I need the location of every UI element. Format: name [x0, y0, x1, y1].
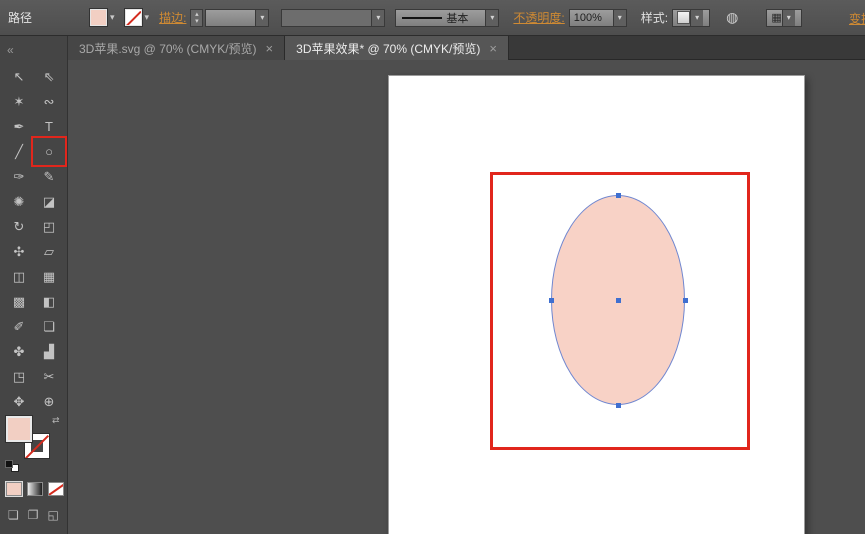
direct-selection-tool[interactable]: ⇖ [34, 64, 64, 89]
tab-label: 3D苹果.svg @ 70% (CMYK/预览) [79, 40, 257, 57]
perspective-grid-tool[interactable]: ▦ [34, 264, 64, 289]
stepper-up-icon[interactable]: ▴ [195, 11, 199, 18]
rotate-tool[interactable]: ↻ [4, 214, 34, 239]
chevron-down-icon[interactable]: ▾ [485, 10, 498, 26]
blob-brush-tool[interactable]: ✺ [4, 189, 34, 214]
color-button[interactable] [6, 482, 22, 496]
swap-fill-stroke-icon[interactable]: ⇄ [52, 415, 60, 426]
anchor-point-bottom[interactable] [616, 403, 621, 408]
anchor-point-top[interactable] [616, 193, 621, 198]
chevron-down-icon[interactable]: ▾ [690, 10, 703, 26]
brush-stroke-preview [402, 17, 442, 19]
fill-indicator-swatch[interactable] [6, 416, 32, 442]
chevron-down-icon[interactable]: ▾ [145, 12, 150, 23]
mesh-tool[interactable]: ▩ [4, 289, 34, 314]
opacity-select[interactable]: 100% ▾ [569, 9, 627, 27]
stepper-down-icon[interactable]: ▾ [195, 18, 199, 25]
globe-icon[interactable]: ◍ [726, 9, 738, 26]
gradient-button[interactable] [27, 482, 43, 496]
canvas-area[interactable] [68, 60, 865, 534]
center-point[interactable] [616, 298, 621, 303]
close-icon[interactable]: × [489, 42, 497, 55]
control-bar: 路径 ▾ ▾ 描边: ▴ ▾ ▾ ▾ 基本 ▾ 不透明度: 10 [0, 0, 865, 36]
collapse-panel-icon[interactable]: « [7, 43, 14, 57]
stroke-label[interactable]: 描边: [159, 9, 186, 26]
line-segment-tool[interactable]: ╱ [4, 139, 34, 164]
zoom-tool[interactable]: ⊕ [34, 389, 64, 414]
brush-definition-select[interactable]: 基本 ▾ [395, 9, 499, 27]
illustrator-window: 路径 ▾ ▾ 描边: ▴ ▾ ▾ ▾ 基本 ▾ 不透明度: 10 [0, 0, 865, 534]
width-tool[interactable]: ✣ [4, 239, 34, 264]
tab-label: 3D苹果效果* @ 70% (CMYK/预览) [296, 40, 480, 57]
draw-behind-icon[interactable]: ❐ [28, 508, 39, 522]
anchor-point-right[interactable] [683, 298, 688, 303]
artboard-tool[interactable]: ◳ [4, 364, 34, 389]
pen-tool[interactable]: ✒ [4, 114, 34, 139]
pencil-tool[interactable]: ✎ [34, 164, 64, 189]
stroke-none-swatch[interactable] [125, 9, 142, 26]
eyedropper-tool[interactable]: ✐ [4, 314, 34, 339]
free-transform-tool[interactable]: ▱ [34, 239, 64, 264]
style-select[interactable]: ▾ [672, 9, 710, 27]
context-label: 路径 [8, 9, 32, 26]
brush-definition-value: 基本 [442, 10, 485, 26]
toolbar-header: « [0, 36, 67, 64]
none-button[interactable] [48, 482, 64, 496]
default-stroke-mini [5, 460, 13, 468]
selection-tool[interactable]: ↖ [4, 64, 34, 89]
opacity-value: 100% [570, 12, 613, 24]
width-profile-select[interactable]: ▾ [281, 9, 385, 27]
slice-tool[interactable]: ✂ [34, 364, 64, 389]
align-options-select[interactable]: ▦ ▾ [766, 9, 802, 27]
gradient-tool[interactable]: ◧ [34, 289, 64, 314]
column-graph-tool[interactable]: ▟ [34, 339, 64, 364]
eraser-tool[interactable]: ◪ [34, 189, 64, 214]
chevron-down-icon[interactable]: ▾ [110, 12, 115, 23]
style-swatch [677, 11, 690, 24]
magic-wand-tool[interactable]: ✶ [4, 89, 34, 114]
chevron-down-icon[interactable]: ▾ [782, 10, 795, 26]
document-tab-bar: 3D苹果.svg @ 70% (CMYK/预览) × 3D苹果效果* @ 70%… [68, 36, 865, 60]
chevron-down-icon[interactable]: ▾ [255, 10, 268, 26]
screen-mode-icon[interactable]: ◱ [48, 508, 59, 522]
tools-panel: « ↖⇖✶∾✒T╱○✑✎✺◪↻◰✣▱◫▦▩◧✐❏✤▟◳✂✥⊕ ⇄ [0, 36, 68, 534]
chevron-down-icon[interactable]: ▾ [371, 10, 384, 26]
blend-tool[interactable]: ❏ [34, 314, 64, 339]
none-slash-icon [48, 483, 64, 496]
hand-tool[interactable]: ✥ [4, 389, 34, 414]
anchor-point-left[interactable] [549, 298, 554, 303]
color-type-buttons [6, 482, 67, 496]
symbol-sprayer-tool[interactable]: ✤ [4, 339, 34, 364]
shape-builder-tool[interactable]: ◫ [4, 264, 34, 289]
scale-tool[interactable]: ◰ [34, 214, 64, 239]
stroke-width-stepper[interactable]: ▴ ▾ [190, 9, 203, 27]
fill-stroke-indicator: ⇄ [0, 414, 67, 478]
type-tool[interactable]: T [34, 114, 64, 139]
tool-grid: ↖⇖✶∾✒T╱○✑✎✺◪↻◰✣▱◫▦▩◧✐❏✤▟◳✂✥⊕ [4, 64, 64, 414]
fill-color-control[interactable]: ▾ [90, 9, 115, 26]
draw-normal-icon[interactable]: ❏ [8, 508, 19, 522]
drawing-modes-row: ❏ ❐ ◱ [8, 508, 67, 522]
style-label: 样式: [641, 9, 668, 26]
tab-3d-apple-effect[interactable]: 3D苹果效果* @ 70% (CMYK/预览) × [285, 36, 509, 60]
ellipse-tool[interactable]: ○ [34, 139, 64, 164]
workspace: « ↖⇖✶∾✒T╱○✑✎✺◪↻◰✣▱◫▦▩◧✐❏✤▟◳✂✥⊕ ⇄ [0, 36, 865, 534]
grid-icon: ▦ [771, 11, 781, 24]
fill-swatch[interactable] [90, 9, 107, 26]
transform-label[interactable]: 变换 [849, 10, 865, 27]
stroke-width-select[interactable]: ▾ [205, 9, 269, 27]
opacity-label[interactable]: 不透明度: [513, 9, 564, 26]
close-icon[interactable]: × [266, 42, 274, 55]
none-slash-icon [125, 10, 141, 26]
paintbrush-tool[interactable]: ✑ [4, 164, 34, 189]
lasso-tool[interactable]: ∾ [34, 89, 64, 114]
chevron-down-icon[interactable]: ▾ [613, 10, 626, 26]
stroke-color-control[interactable]: ▾ [125, 9, 150, 26]
tab-3d-apple-svg[interactable]: 3D苹果.svg @ 70% (CMYK/预览) × [68, 36, 285, 60]
default-fill-stroke-icon[interactable] [5, 460, 19, 472]
